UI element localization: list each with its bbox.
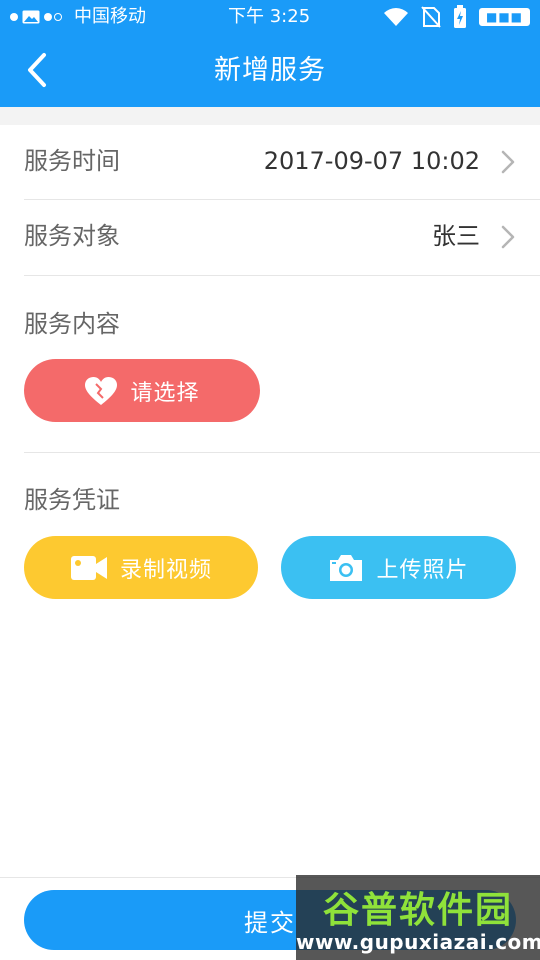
- signal-indicator: [10, 0, 62, 34]
- service-time-value: 2017-09-07 10:02: [263, 147, 480, 175]
- carrier-name: 中国移动: [74, 6, 146, 27]
- service-target-row[interactable]: 服务对象 张三: [0, 199, 540, 274]
- signal-dot: [44, 13, 52, 21]
- service-content-label: 服务内容: [24, 310, 120, 338]
- submit-label: 提交: [244, 908, 296, 937]
- chevron-right-icon: [501, 225, 515, 249]
- chevron-right-icon: [501, 150, 515, 174]
- upload-photo-button[interactable]: 上传照片: [281, 536, 516, 599]
- signal-dot-empty: [54, 13, 62, 21]
- no-sim-icon: [421, 6, 441, 28]
- wifi-icon: [383, 8, 408, 26]
- status-bar: 中国移动 下午 3:25 ■■■: [0, 0, 540, 34]
- divider: [24, 452, 540, 453]
- section-gap: [0, 107, 540, 125]
- top-bar: 中国移动 下午 3:25 ■■■ 新增服务: [0, 0, 540, 107]
- status-right: ■■■: [383, 0, 530, 34]
- battery-indicator: ■■■: [478, 8, 530, 26]
- camera-icon: [330, 554, 363, 581]
- watermark: 谷普软件园 www.gupuxiazai.com: [296, 875, 540, 960]
- service-proof-label: 服务凭证: [24, 486, 120, 514]
- select-content-label: 请选择: [130, 380, 200, 406]
- service-target-value: 张三: [432, 222, 480, 250]
- watermark-main: 谷普软件园: [322, 890, 513, 931]
- record-video-button[interactable]: 录制视频: [24, 536, 258, 599]
- image-notification-icon: [22, 10, 40, 24]
- video-camera-icon: [70, 555, 107, 580]
- service-time-label: 服务时间: [24, 147, 120, 175]
- service-target-label: 服务对象: [24, 222, 120, 250]
- charging-battery-icon: [453, 5, 466, 28]
- page-title: 新增服务: [214, 55, 326, 86]
- upload-photo-label: 上传照片: [376, 557, 469, 583]
- heart-icon: [85, 376, 118, 405]
- record-video-label: 录制视频: [119, 557, 212, 583]
- status-time: 下午 3:25: [228, 6, 311, 27]
- divider: [24, 275, 540, 276]
- select-content-button[interactable]: 请选择: [24, 359, 260, 422]
- watermark-url: www.gupuxiazai.com: [296, 930, 540, 954]
- service-time-row[interactable]: 服务时间 2017-09-07 10:02: [0, 124, 540, 199]
- signal-dot: [10, 13, 18, 21]
- nav-bar: 新增服务: [0, 34, 540, 107]
